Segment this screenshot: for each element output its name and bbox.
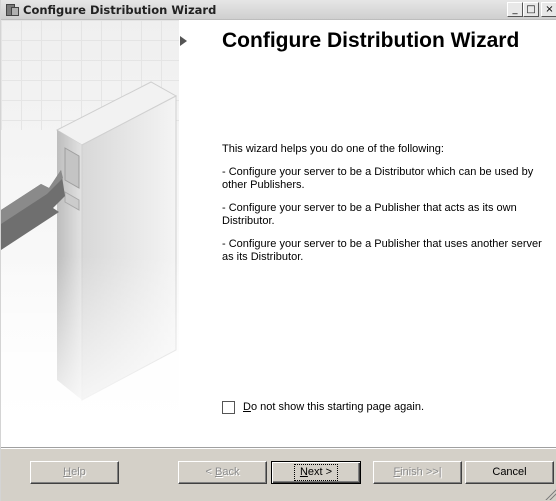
back-button[interactable]: < Back [178,461,267,484]
server-tower-illustration [1,20,179,448]
resize-grip-icon[interactable] [544,488,556,500]
minimize-button[interactable]: _ [507,2,523,17]
skip-start-page-label[interactable]: Do not show this starting page again. [243,401,424,413]
finish-button[interactable]: Finish >>| [373,461,462,484]
wizard-illustration [1,20,179,448]
intro-text: This wizard helps you do one of the foll… [222,143,444,155]
next-button[interactable]: Next > [271,461,361,484]
wizard-description: This wizard helps you do one of the foll… [222,143,554,274]
option-own-distributor: - Configure your server to be a Publishe… [222,202,517,227]
option-distributor: - Configure your server to be a Distribu… [222,166,534,191]
option-remote-distributor: - Configure your server to be a Publishe… [222,238,542,263]
title-bar[interactable]: Configure Distribution Wizard _ □ × [1,0,556,20]
page-heading: Configure Distribution Wizard [222,29,520,52]
server-wizard-icon [5,3,20,17]
maximize-button[interactable]: □ [523,2,539,17]
wizard-window: Configure Distribution Wizard _ □ × Conf… [0,0,556,501]
skip-start-page-checkbox[interactable] [222,401,235,414]
cancel-button[interactable]: Cancel [465,461,554,484]
triangle-right-icon [180,36,187,46]
help-button[interactable]: Help [30,461,119,484]
close-button[interactable]: × [541,2,556,17]
window-title: Configure Distribution Wizard [23,3,217,17]
